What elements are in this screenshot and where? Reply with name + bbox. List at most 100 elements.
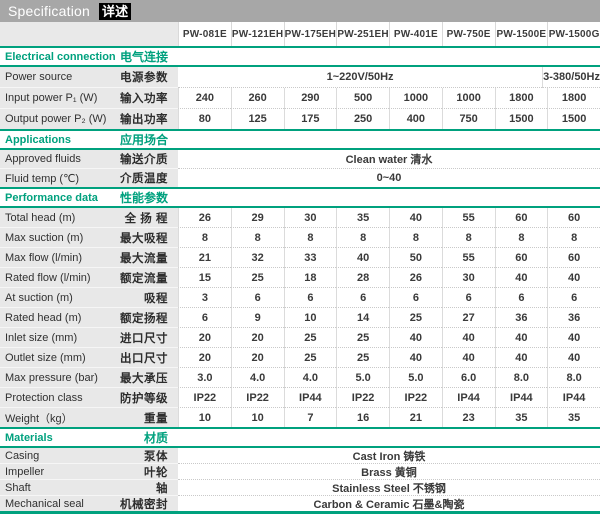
row-label-en: Rated head (m) bbox=[5, 312, 81, 324]
row-label-zh: 重量 bbox=[144, 410, 168, 426]
section-title-zh: 应用场合 bbox=[120, 131, 168, 148]
spec-value-cell: 1000 bbox=[442, 88, 495, 109]
row-label-zh: 防护等级 bbox=[120, 390, 168, 406]
spec-value-cell: 25 bbox=[231, 268, 284, 288]
spec-row: At suction (m)吸程36666666 bbox=[0, 288, 600, 308]
spec-row: Power source电源参数1~220V/50Hz3-380/50Hz bbox=[0, 67, 600, 88]
row-label: At suction (m)吸程 bbox=[0, 288, 178, 308]
spec-row: Max flow (l/min)最大流量2132334050556060 bbox=[0, 248, 600, 268]
model-header-row: PW-081EPW-121EHPW-175EHPW-251EHPW-401EPW… bbox=[0, 22, 600, 46]
spec-value-cell: 6 bbox=[547, 288, 600, 308]
spec-value-cell: 55 bbox=[442, 208, 495, 228]
spec-value-cell: 260 bbox=[231, 88, 284, 109]
spec-value-cell: 28 bbox=[336, 268, 389, 288]
row-label-zh: 全 扬 程 bbox=[125, 210, 168, 226]
row-label-en: Max flow (l/min) bbox=[5, 252, 82, 264]
spec-value-cell: 3.0 bbox=[178, 368, 231, 388]
row-label-zh: 轴 bbox=[156, 480, 168, 496]
spec-value-cell: 25 bbox=[284, 328, 337, 348]
row-label: Rated head (m)额定扬程 bbox=[0, 308, 178, 328]
section-header: Performance data性能参数 bbox=[0, 187, 600, 208]
title-bar: Specification 详述 bbox=[0, 0, 600, 22]
model-column-header: PW-1500G bbox=[547, 22, 600, 46]
spec-value-cell: 125 bbox=[231, 109, 284, 129]
spec-value-cell: 6 bbox=[495, 288, 548, 308]
row-label-en: Shaft bbox=[5, 482, 31, 494]
spec-row: Input power P₁ (W)输入功率240260290500100010… bbox=[0, 88, 600, 109]
row-label: Impeller叶轮 bbox=[0, 464, 178, 480]
row-label-en: Mechanical seal bbox=[5, 498, 84, 510]
spec-table: PW-081EPW-121EHPW-175EHPW-251EHPW-401EPW… bbox=[0, 22, 600, 514]
spec-value-cell: 30 bbox=[284, 208, 337, 228]
spec-value-cell: 26 bbox=[178, 208, 231, 228]
spec-value-cell: 290 bbox=[284, 88, 337, 109]
row-label-zh: 最大承压 bbox=[120, 370, 168, 386]
spec-value-cell: 6 bbox=[442, 288, 495, 308]
row-label-zh: 出口尺寸 bbox=[120, 350, 168, 366]
spec-value-cell: 32 bbox=[231, 248, 284, 268]
spec-value-cell: 1800 bbox=[547, 88, 600, 109]
section-header-label: Applications 应用场合 bbox=[0, 131, 178, 148]
spec-value-cell: 36 bbox=[547, 308, 600, 328]
merged-value-cell: 3-380/50Hz bbox=[542, 67, 600, 88]
spec-row: Total head (m)全 扬 程2629303540556060 bbox=[0, 208, 600, 228]
spec-value-cell: 8 bbox=[547, 228, 600, 248]
spec-row: Weight（kg）重量101071621233535 bbox=[0, 408, 600, 427]
spec-value-cell: 8 bbox=[178, 228, 231, 248]
row-label-en: Approved fluids bbox=[5, 153, 81, 165]
section-title-en: Applications bbox=[5, 134, 71, 146]
spec-value-cell: 40 bbox=[547, 328, 600, 348]
spec-row: Protection class防护等级IP22IP22IP44IP22IP22… bbox=[0, 388, 600, 408]
spec-value-cell: 40 bbox=[495, 268, 548, 288]
row-label: Max pressure (bar) 最大承压 bbox=[0, 368, 178, 388]
section-header-label: Performance data性能参数 bbox=[0, 189, 178, 206]
spec-value-cell: 5.0 bbox=[336, 368, 389, 388]
spec-value-cell: 14 bbox=[336, 308, 389, 328]
row-label-en: Fluid temp (℃) bbox=[5, 172, 79, 185]
model-column-header: PW-750E bbox=[442, 22, 495, 46]
row-label: Rated flow (l/min)额定流量 bbox=[0, 268, 178, 288]
spec-value-cell: 20 bbox=[231, 348, 284, 368]
section-header: Electrical connection电气连接 bbox=[0, 46, 600, 67]
spec-value-cell: IP22 bbox=[178, 388, 231, 408]
row-label-en: Rated flow (l/min) bbox=[5, 272, 91, 284]
spec-value-cell: 7 bbox=[284, 408, 337, 427]
section-title-en: Electrical connection bbox=[5, 51, 116, 63]
spec-value-cell: 27 bbox=[442, 308, 495, 328]
spec-row: Shaft轴Stainless Steel 不锈钢 bbox=[0, 480, 600, 496]
spec-row: Casing泵体Cast Iron 铸铁 bbox=[0, 448, 600, 464]
model-column-header: PW-081E bbox=[178, 22, 231, 46]
merged-value-cell: Clean water 清水 bbox=[178, 150, 600, 169]
row-label-en: Max pressure (bar) bbox=[5, 372, 98, 384]
section-header-filler bbox=[178, 189, 600, 206]
row-label-en: Total head (m) bbox=[5, 212, 75, 224]
spec-value-cell: 5.0 bbox=[389, 368, 442, 388]
merged-value-cell: Cast Iron 铸铁 bbox=[178, 448, 600, 464]
section-title-zh: 材质 bbox=[144, 429, 168, 446]
row-label-en: Max suction (m) bbox=[5, 232, 83, 244]
spec-row: Rated flow (l/min)额定流量1525182826304040 bbox=[0, 268, 600, 288]
row-label: Shaft 轴 bbox=[0, 480, 178, 496]
spec-value-cell: 175 bbox=[284, 109, 337, 129]
spec-value-cell: 40 bbox=[495, 348, 548, 368]
row-label: Outlet size (mm)出口尺寸 bbox=[0, 348, 178, 368]
spec-value-cell: 8 bbox=[389, 228, 442, 248]
row-label-en: Inlet size (mm) bbox=[5, 332, 77, 344]
spec-value-cell: 8 bbox=[284, 228, 337, 248]
row-label-zh: 输入功率 bbox=[120, 90, 168, 106]
row-label-zh: 吸程 bbox=[144, 290, 168, 306]
section-header-filler bbox=[178, 48, 600, 65]
spec-row: Max pressure (bar)最大承压3.04.04.05.05.06.0… bbox=[0, 368, 600, 388]
row-label-zh: 最大流量 bbox=[120, 250, 168, 266]
spec-value-cell: 60 bbox=[547, 248, 600, 268]
section-header: Materials 材质 bbox=[0, 427, 600, 448]
spec-value-cell: IP44 bbox=[284, 388, 337, 408]
spec-value-cell: 40 bbox=[547, 348, 600, 368]
spec-value-cell: 40 bbox=[389, 208, 442, 228]
spec-value-cell: IP22 bbox=[336, 388, 389, 408]
section-title-en: Materials bbox=[5, 432, 53, 444]
spec-value-cell: 18 bbox=[284, 268, 337, 288]
spec-row: Max suction (m)最大吸程88888888 bbox=[0, 228, 600, 248]
spec-value-cell: 21 bbox=[178, 248, 231, 268]
spec-value-cell: 60 bbox=[547, 208, 600, 228]
